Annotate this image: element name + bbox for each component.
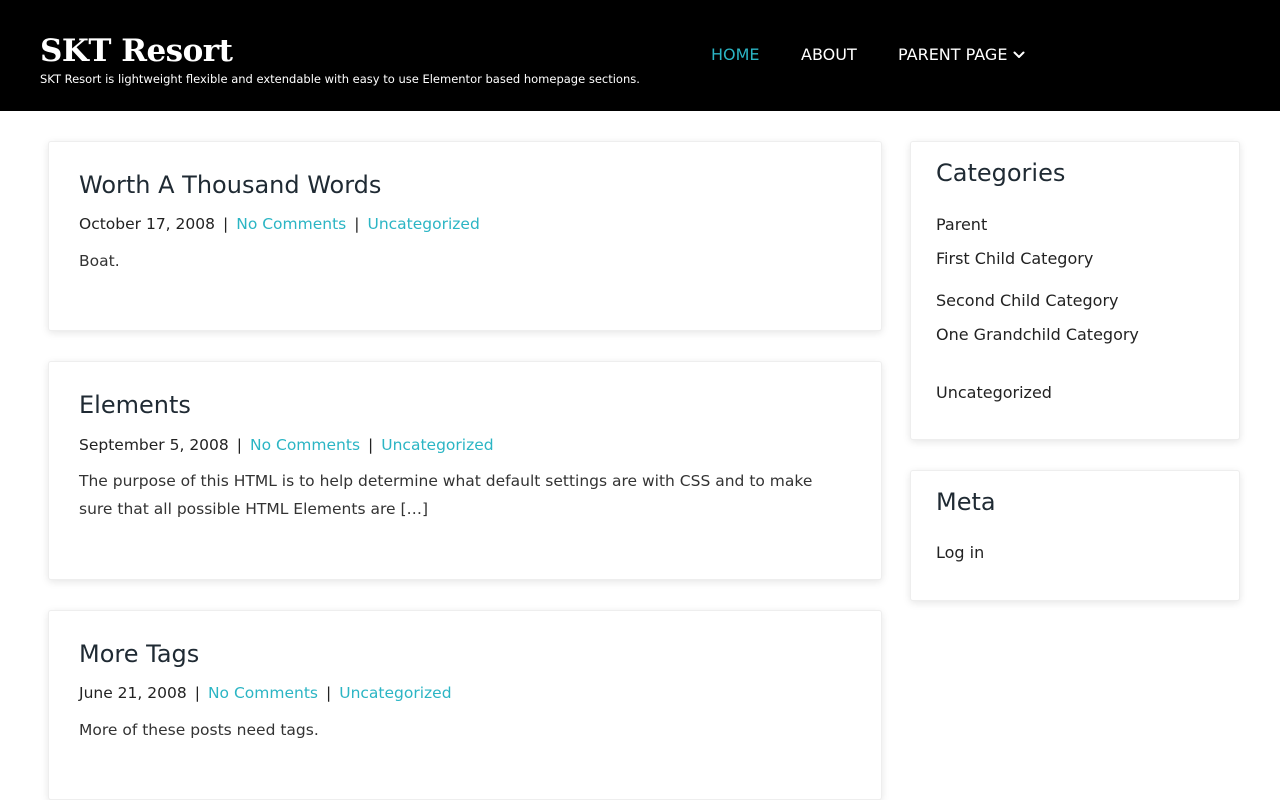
comments-link[interactable]: No Comments bbox=[250, 436, 360, 454]
site-header: SKT Resort SKT Resort is lightweight fle… bbox=[0, 0, 1280, 111]
post-card: Elements September 5, 2008 | No Comments | U… bbox=[48, 361, 882, 580]
meta-separator: | bbox=[325, 684, 332, 702]
chevron-down-icon[interactable] bbox=[1013, 43, 1025, 65]
post-meta: October 17, 2008 | No Comments | Uncategoriz… bbox=[79, 213, 480, 235]
meta-separator: | bbox=[236, 436, 242, 454]
category-link[interactable]: Uncategorized bbox=[339, 684, 451, 702]
meta-widget: Meta Log in bbox=[910, 470, 1240, 601]
post-meta: September 5, 2008 | No Comments | Uncategori… bbox=[79, 434, 494, 456]
meta-separator: | bbox=[354, 215, 360, 233]
post-excerpt: More of these posts need tags. bbox=[79, 721, 319, 739]
post-title[interactable]: More Tags bbox=[79, 639, 199, 669]
category-item-parent[interactable]: Parent bbox=[936, 214, 987, 236]
post-excerpt: Boat. bbox=[79, 252, 120, 270]
site-tagline: SKT Resort is lightweight flexible and e… bbox=[40, 72, 640, 86]
post-meta: June 21, 2008 | No Comments | Uncategorized bbox=[79, 682, 452, 704]
category-item-uncategorized[interactable]: Uncategorized bbox=[936, 382, 1052, 404]
categories-widget: Categories Parent First Child Category S… bbox=[910, 141, 1240, 440]
widget-title: Categories bbox=[936, 159, 1066, 187]
category-link[interactable]: Uncategorized bbox=[381, 436, 493, 454]
main-nav: HOME ABOUT PARENT PAGE bbox=[0, 44, 1280, 66]
meta-separator: | bbox=[222, 215, 229, 233]
widget-title: Meta bbox=[936, 488, 996, 516]
post-date: June 21, 2008 bbox=[79, 684, 187, 702]
post-card: More Tags June 21, 2008 | No Comments | Unca… bbox=[48, 610, 882, 800]
comments-link[interactable]: No Comments bbox=[208, 684, 318, 702]
nav-item-about[interactable]: ABOUT bbox=[801, 44, 857, 66]
category-link[interactable]: Uncategorized bbox=[367, 215, 479, 233]
category-item-grandchild[interactable]: One Grandchild Category bbox=[936, 324, 1139, 346]
meta-separator: | bbox=[194, 684, 200, 702]
comments-link[interactable]: No Comments bbox=[236, 215, 346, 233]
post-title[interactable]: Elements bbox=[79, 390, 191, 420]
category-item-second-child[interactable]: Second Child Category bbox=[936, 290, 1119, 312]
meta-separator: | bbox=[368, 436, 374, 454]
login-link[interactable]: Log in bbox=[936, 542, 984, 564]
post-card: Worth A Thousand Words October 17, 2008 |… bbox=[48, 141, 882, 331]
post-title[interactable]: Worth A Thousand Words bbox=[79, 170, 381, 200]
post-excerpt: The purpose of this HTML is to help dete… bbox=[79, 472, 813, 518]
category-item-first-child[interactable]: First Child Category bbox=[936, 248, 1093, 270]
nav-item-parent-page[interactable]: PARENT PAGE bbox=[898, 44, 1025, 66]
post-date: October 17, 2008 bbox=[79, 215, 215, 233]
nav-item-label: PARENT PAGE bbox=[898, 45, 1008, 64]
nav-item-home[interactable]: HOME bbox=[711, 44, 760, 66]
post-date: September 5, 2008 bbox=[79, 436, 229, 454]
